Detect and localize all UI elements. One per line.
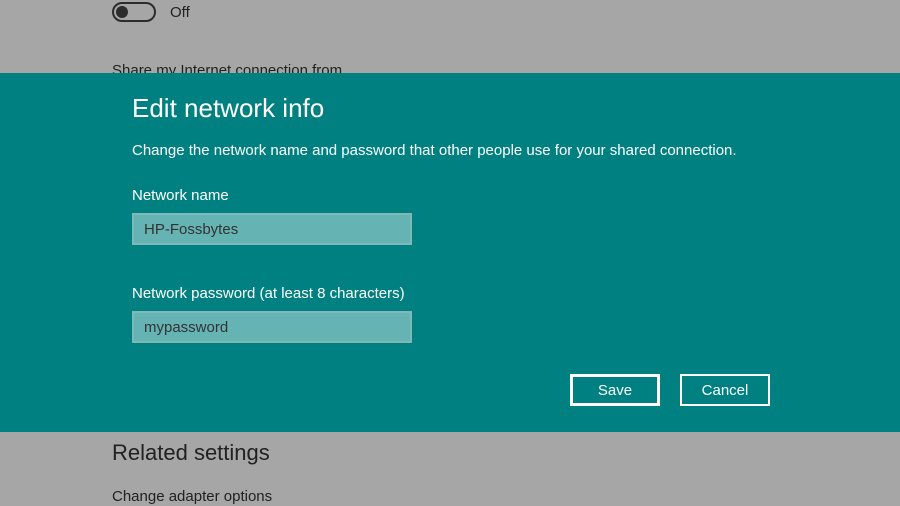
network-password-input[interactable] xyxy=(132,311,412,343)
network-password-label: Network password (at least 8 characters) xyxy=(132,285,770,302)
edit-network-dialog: Edit network info Change the network nam… xyxy=(0,73,900,432)
network-name-input[interactable] xyxy=(132,213,412,245)
cancel-button[interactable]: Cancel xyxy=(680,374,770,406)
network-name-label: Network name xyxy=(132,187,770,204)
save-button[interactable]: Save xyxy=(570,374,660,406)
dialog-subtitle: Change the network name and password tha… xyxy=(132,142,770,159)
dialog-title: Edit network info xyxy=(132,93,770,124)
